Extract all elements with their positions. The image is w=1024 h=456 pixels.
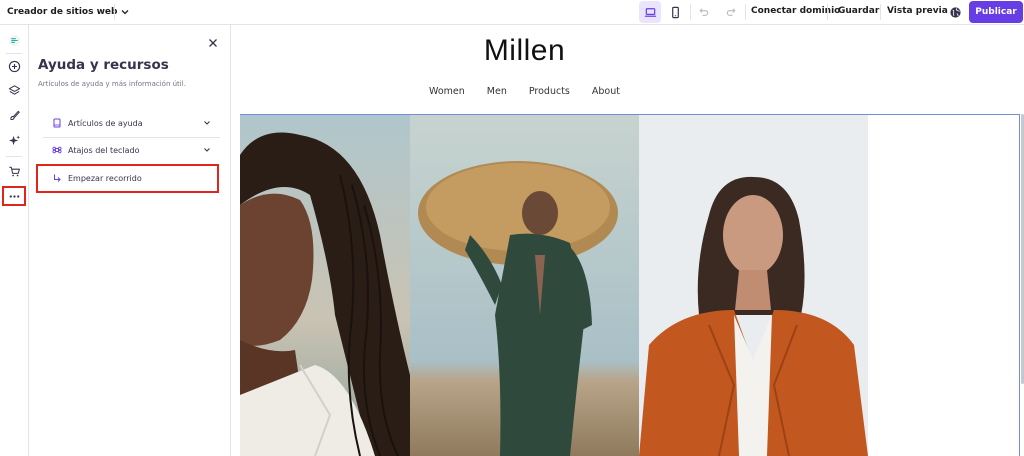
desktop-view-button[interactable] — [639, 1, 661, 23]
preview-button[interactable]: Vista previa — [887, 6, 948, 16]
mobile-view-button[interactable] — [664, 1, 686, 23]
panel-title: Ayuda y recursos — [38, 57, 169, 73]
chevron-down-icon — [204, 121, 210, 125]
book-icon — [49, 115, 65, 131]
undo-button[interactable] — [692, 1, 714, 23]
left-sidebar — [0, 25, 29, 456]
shopping-cart-icon — [8, 166, 20, 176]
publish-button[interactable]: Publicar — [969, 1, 1023, 23]
site-navigation: Women Men Products About — [240, 86, 809, 97]
rail-divider — [6, 156, 22, 157]
gallery-selection-frame — [240, 114, 1020, 456]
language-button[interactable] — [944, 1, 966, 23]
top-toolbar: Creador de sitios web Conectar dominio G… — [0, 0, 1024, 25]
toolbar-divider — [745, 4, 746, 20]
rail-divider — [6, 53, 22, 54]
mobile-phone-icon — [671, 6, 679, 18]
nav-link-women[interactable]: Women — [429, 86, 465, 97]
menu-divider — [43, 137, 220, 138]
laptop-icon — [644, 7, 656, 17]
add-element-button[interactable] — [4, 56, 24, 76]
paint-brush-icon — [9, 110, 20, 120]
menu-item-label: Artículos de ayuda — [68, 118, 143, 128]
close-panel-button[interactable] — [207, 34, 219, 47]
nav-link-products[interactable]: Products — [529, 86, 570, 97]
toolbar-divider — [880, 4, 881, 20]
close-icon — [209, 39, 217, 47]
nav-link-about[interactable]: About — [592, 86, 620, 97]
site-builder-label: Creador de sitios web — [7, 7, 118, 17]
ai-assistant-button[interactable] — [4, 30, 24, 50]
toolbar-divider — [114, 4, 115, 20]
sparkles-icon — [8, 134, 20, 145]
globe-icon — [949, 6, 961, 18]
chevron-down-icon — [122, 10, 129, 15]
toolbar-divider — [827, 4, 828, 20]
layers-icon — [8, 84, 20, 95]
ai-tools-button[interactable] — [4, 130, 24, 150]
highlight-box — [36, 164, 219, 193]
keyboard-shortcuts-item[interactable]: Atajos del teclado — [43, 139, 220, 161]
add-circle-icon — [8, 60, 20, 72]
redo-icon — [726, 7, 736, 16]
redo-button[interactable] — [720, 1, 742, 23]
menu-item-label: Atajos del teclado — [68, 145, 140, 155]
site-builder-dropdown[interactable]: Creador de sitios web — [7, 5, 130, 19]
help-panel: Ayuda y recursos Artículos de ayuda y má… — [29, 25, 231, 456]
ai-logo-icon — [8, 34, 20, 46]
layers-button[interactable] — [4, 80, 24, 100]
help-articles-item[interactable]: Artículos de ayuda — [43, 112, 220, 134]
toolbar-divider — [690, 4, 691, 20]
site-logo[interactable]: Millen — [240, 34, 809, 68]
highlight-box — [2, 186, 26, 206]
chevron-down-icon — [204, 148, 210, 152]
store-button[interactable] — [4, 161, 24, 181]
panel-subtitle: Artículos de ayuda y más información úti… — [38, 80, 186, 88]
styles-button[interactable] — [4, 105, 24, 125]
save-button[interactable]: Guardar — [838, 6, 879, 16]
nav-link-men[interactable]: Men — [487, 86, 507, 97]
website-canvas[interactable]: Millen Women Men Products About — [240, 25, 1024, 456]
undo-icon — [698, 7, 708, 16]
command-key-icon — [49, 142, 65, 158]
